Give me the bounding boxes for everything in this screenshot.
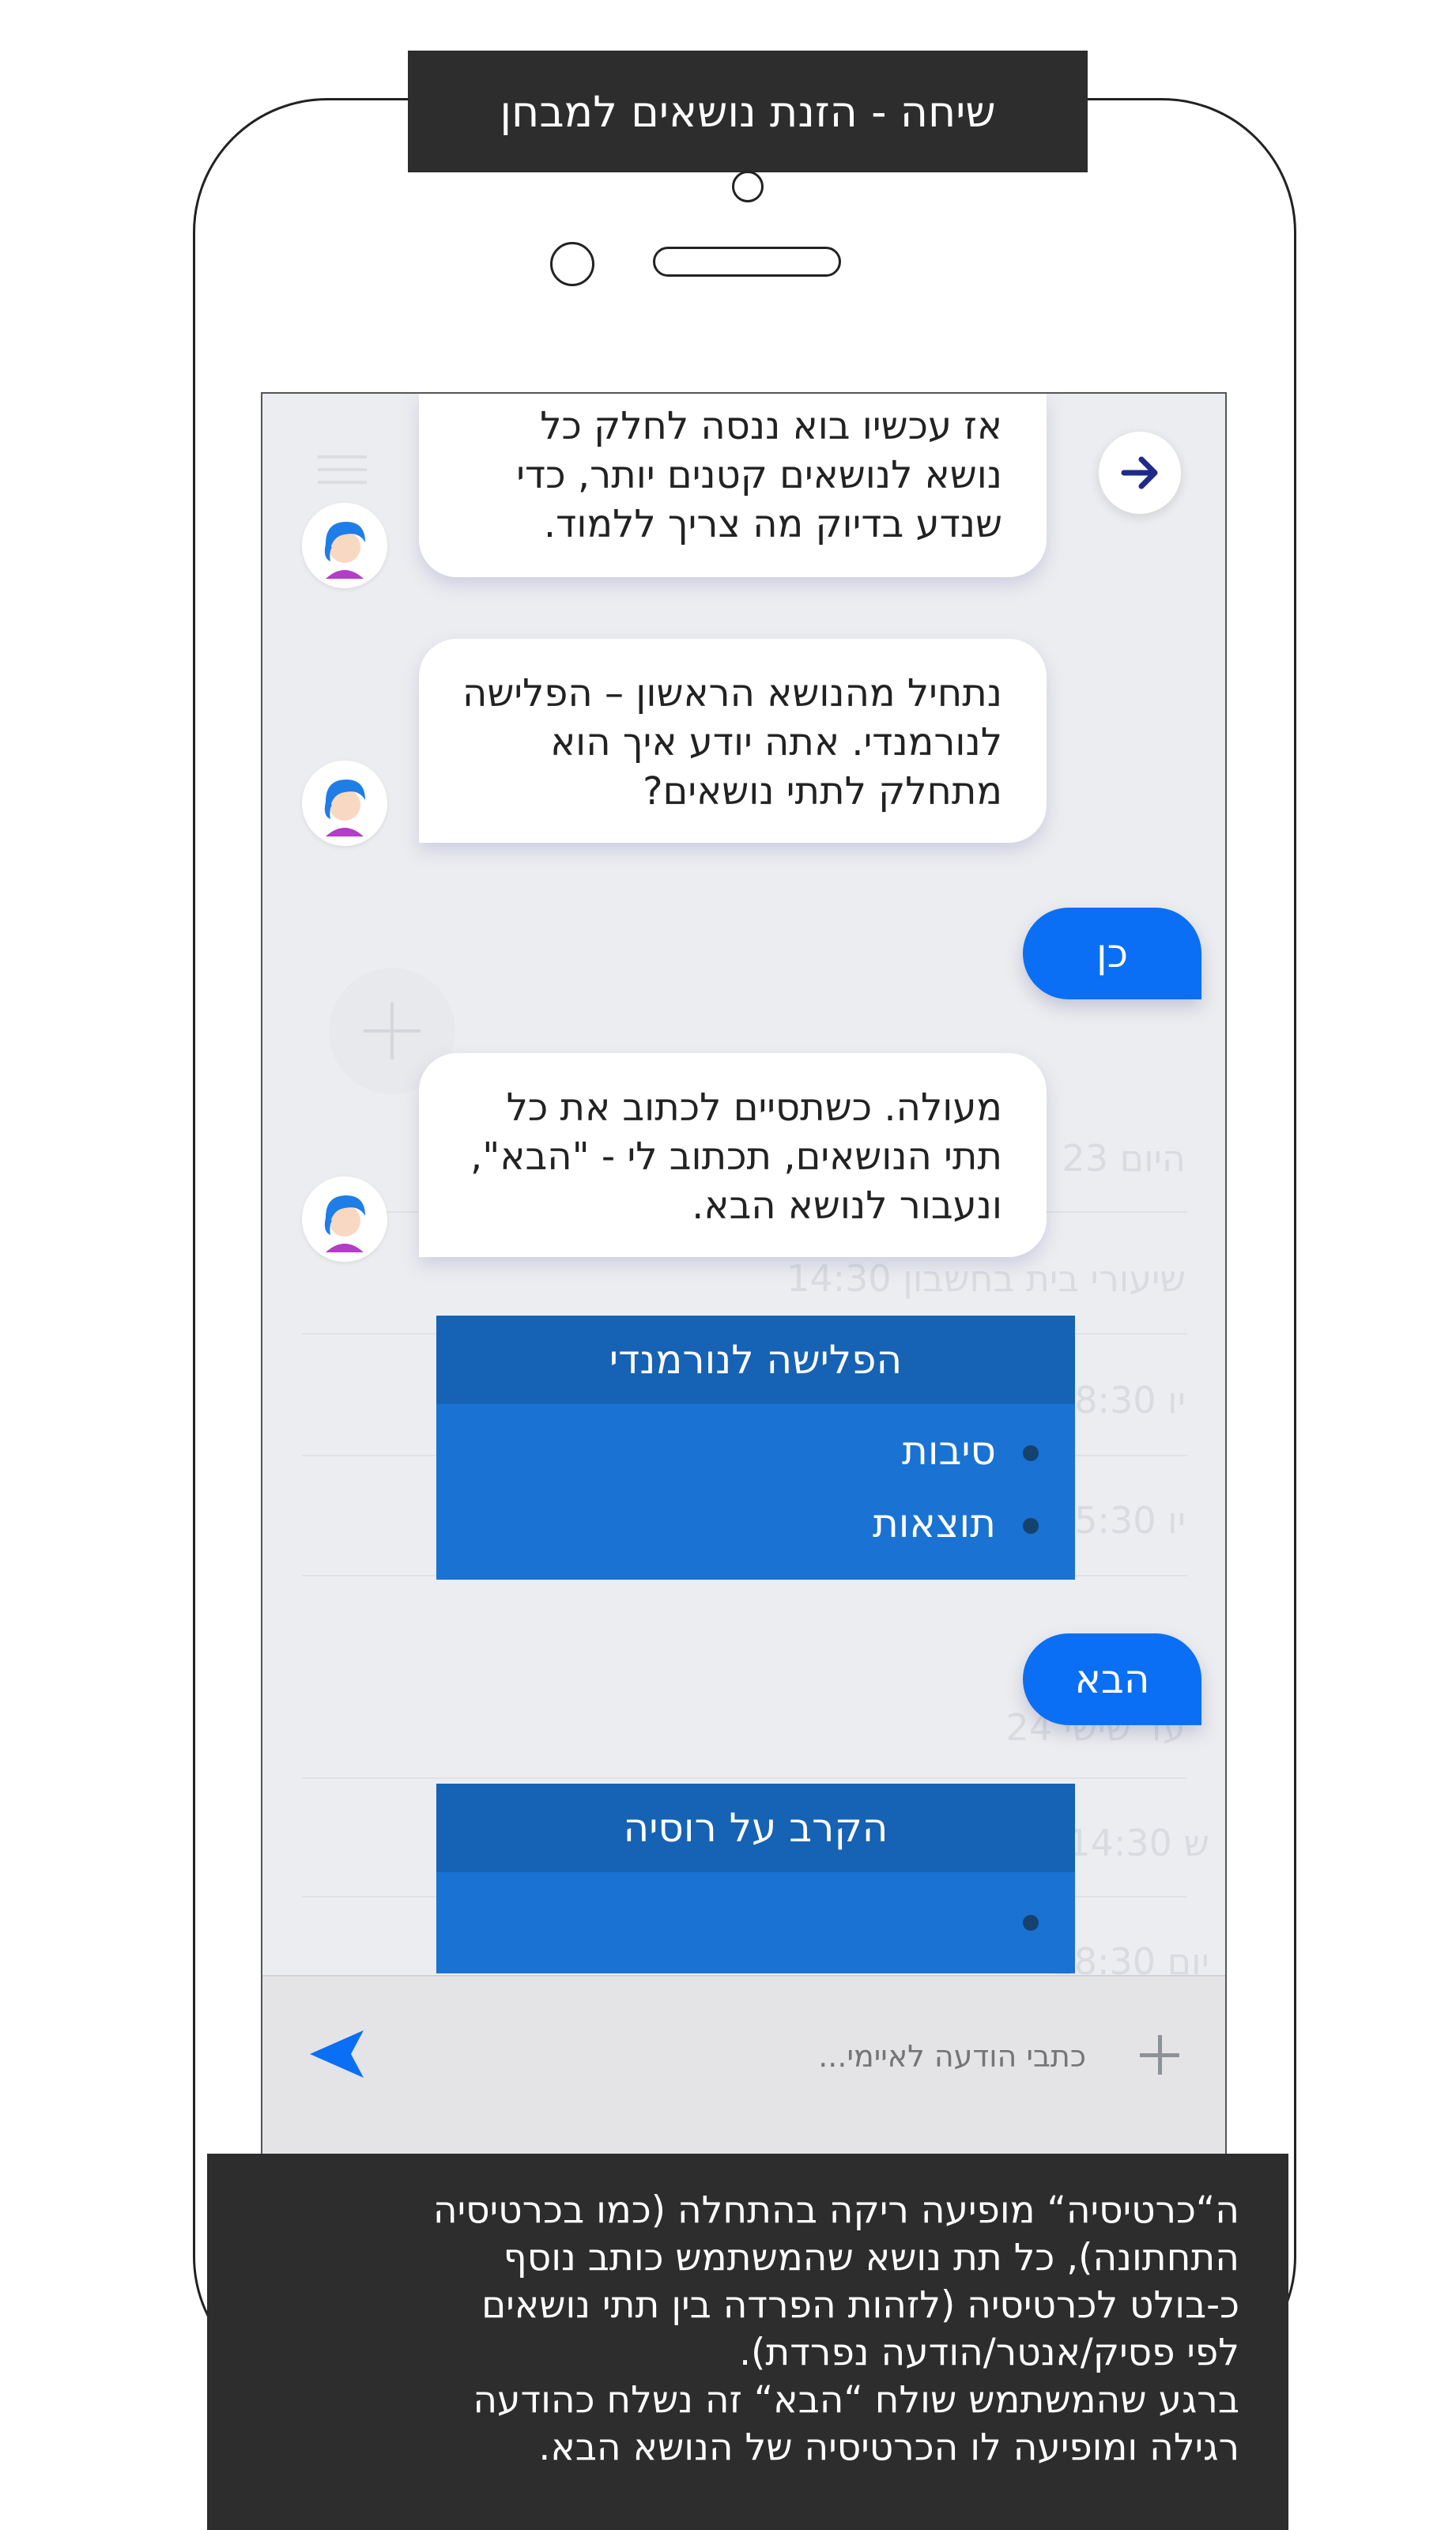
menu-icon <box>318 455 367 487</box>
ghost-row: 14:30 שיעורי בית בחשבון <box>786 1257 1186 1300</box>
bot-message: נתחיל מהנושא הראשון – הפלישה לנורמנדי. א… <box>419 639 1047 843</box>
user-message: הבא <box>1023 1633 1201 1725</box>
subtopic-item: תוצאות <box>872 1501 996 1546</box>
topic-card-title: הפלישה לנורמנדי <box>436 1316 1075 1404</box>
chat-screen: היום 23 14:30 שיעורי בית בחשבון 18:30 יו… <box>261 392 1227 2160</box>
speaker-slot <box>653 247 841 277</box>
note-line: כ-בולט לכרטיסיה (לזהות הפרדה בין תתי נוש… <box>481 2283 1239 2327</box>
front-camera <box>550 242 594 286</box>
user-message: כן <box>1023 908 1201 999</box>
bullet-dot <box>1023 1445 1039 1461</box>
note-line: ברגע שהמשתמש שולח “הבא“ זה נשלח כהודעה <box>473 2378 1239 2422</box>
ghost-day-label: היום 23 <box>1062 1137 1186 1180</box>
bullet-dot <box>1023 1518 1039 1534</box>
ghost-divider <box>302 1777 1187 1779</box>
bullet-dot <box>1023 1915 1039 1931</box>
message-composer <box>262 1975 1225 2158</box>
note-line: ה“כרטיסיה“ מופיעה ריקה בהתחלה (כמו בכרטי… <box>432 2188 1239 2232</box>
topic-card: הפלישה לנורמנדי סיבות תוצאות <box>436 1316 1075 1580</box>
bot-avatar <box>302 503 387 588</box>
annotation-note: ה“כרטיסיה“ מופיעה ריקה בהתחלה (כמו בכרטי… <box>207 2154 1288 2530</box>
back-button[interactable] <box>1099 432 1181 514</box>
topic-card: הקרב על רוסיה <box>436 1784 1075 1973</box>
note-line: התחתונה), כל תת נושא שהמשתמש כותב נוסף <box>503 2236 1239 2279</box>
page-title: שיחה - הזנת נושאים למבחן <box>408 51 1088 172</box>
bot-message: אז עכשיו בוא ננסה לחלק כל נושא לנושאים ק… <box>419 394 1047 577</box>
bot-avatar <box>302 761 387 846</box>
bot-avatar-icon <box>324 522 365 579</box>
note-line: רגילה ומופיעה לו הכרטיסיה של הנושא הבא. <box>538 2426 1239 2469</box>
note-line: לפי פסיק/אנטר/הודעה נפרדת). <box>739 2331 1239 2374</box>
ghost-row: 14:30 ש <box>1067 1822 1209 1864</box>
send-icon[interactable] <box>305 2022 368 2086</box>
arrow-right-icon <box>1121 456 1158 489</box>
plus-icon[interactable] <box>1140 2035 1179 2075</box>
message-input[interactable] <box>531 2032 1088 2081</box>
bot-avatar-icon <box>324 1195 365 1252</box>
sensor-dot <box>732 171 764 202</box>
bot-message: מעולה. כשתסיים לכתוב את כל תתי הנושאים, … <box>419 1053 1047 1257</box>
subtopic-item: סיבות <box>901 1428 996 1474</box>
bot-avatar-icon <box>324 780 365 836</box>
bot-avatar <box>302 1176 387 1262</box>
topic-card-title: הקרב על רוסיה <box>436 1784 1075 1872</box>
